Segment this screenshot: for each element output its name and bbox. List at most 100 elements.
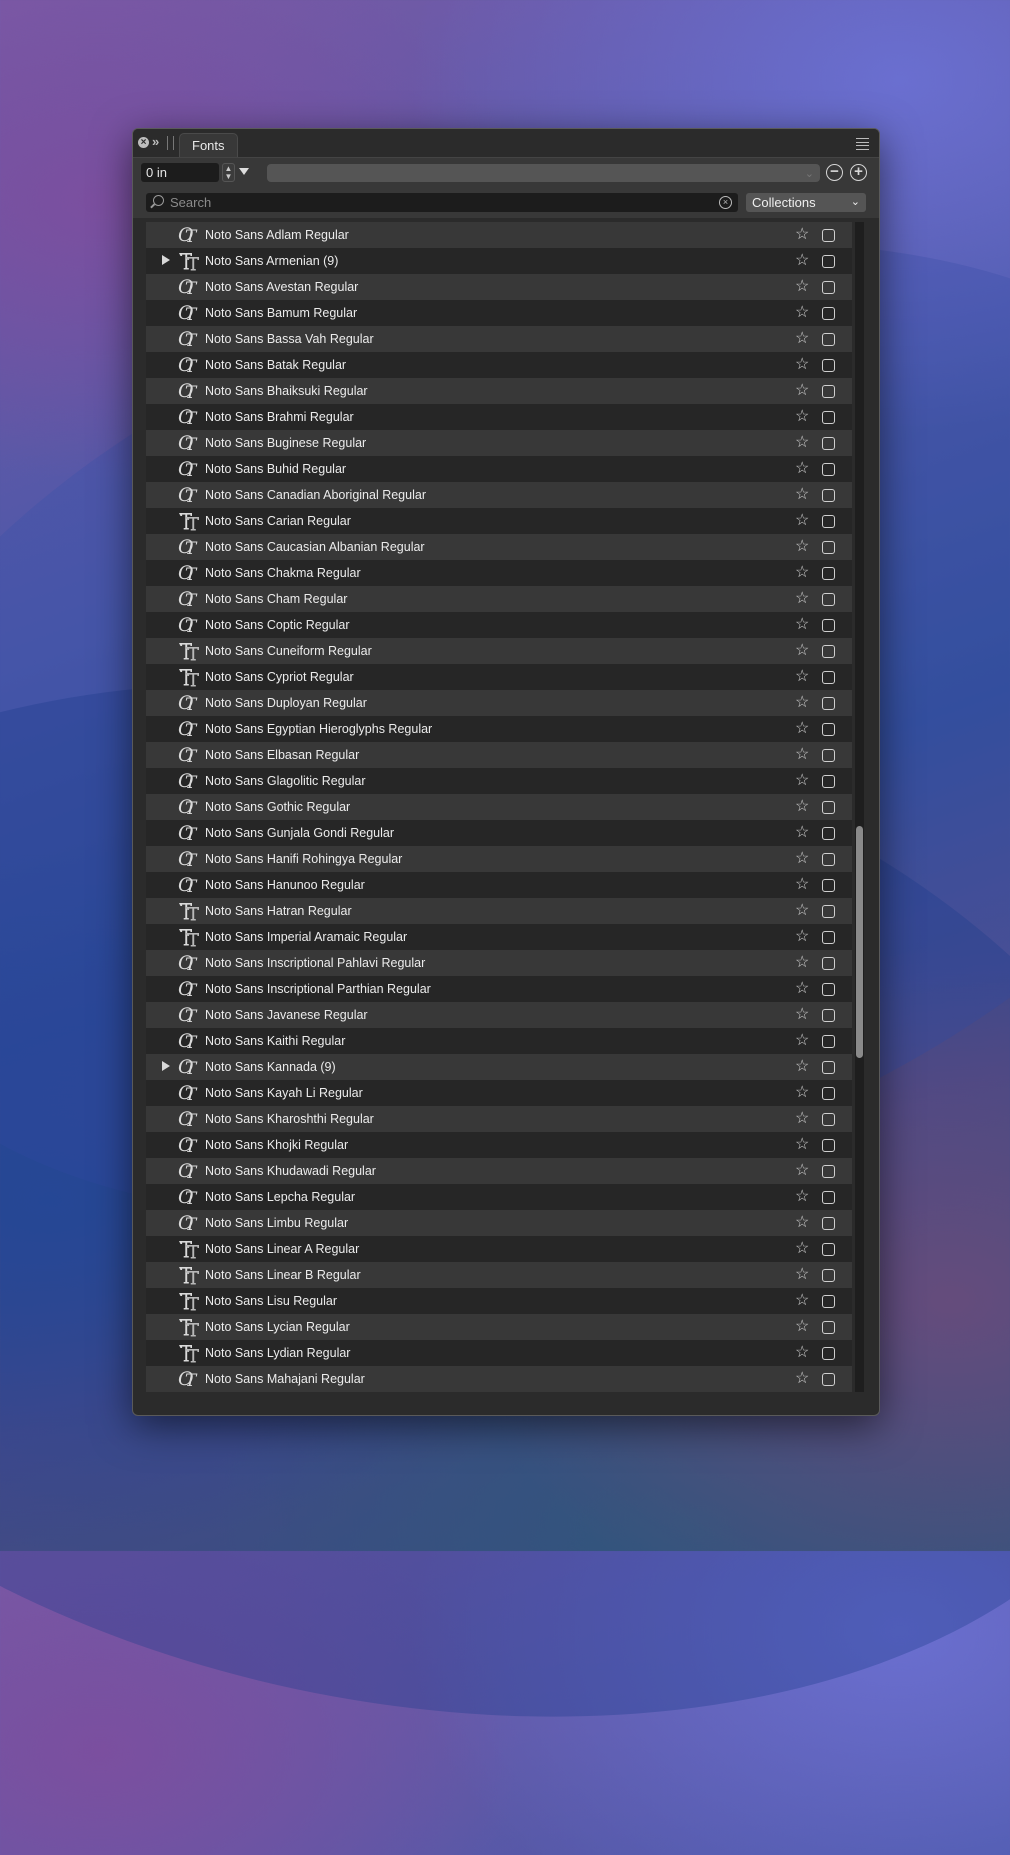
star-icon[interactable]: ☆ bbox=[795, 1239, 809, 1259]
star-icon[interactable]: ☆ bbox=[795, 459, 809, 479]
star-icon[interactable]: ☆ bbox=[795, 615, 809, 635]
star-icon[interactable]: ☆ bbox=[795, 1161, 809, 1181]
font-checkbox[interactable] bbox=[822, 671, 835, 684]
size-input[interactable]: 0 in bbox=[141, 163, 219, 182]
star-icon[interactable]: ☆ bbox=[795, 927, 809, 947]
font-checkbox[interactable] bbox=[822, 593, 835, 606]
font-row[interactable]: O T Noto Sans Khojki Regular ☆ bbox=[146, 1132, 852, 1158]
style-select[interactable]: ⌄ bbox=[267, 164, 820, 182]
font-row[interactable]: O T Noto Sans Batak Regular ☆ bbox=[146, 352, 852, 378]
font-checkbox[interactable] bbox=[822, 1347, 835, 1360]
font-row[interactable]: O T Noto Sans Inscriptional Pahlavi Regula… bbox=[146, 950, 852, 976]
size-stepper-icon[interactable]: ▲ ▼ bbox=[222, 163, 235, 182]
font-row[interactable]: O T Noto Sans Bhaiksuki Regular ☆ bbox=[146, 378, 852, 404]
font-checkbox[interactable] bbox=[822, 255, 835, 268]
star-icon[interactable]: ☆ bbox=[795, 1057, 809, 1077]
font-checkbox[interactable] bbox=[822, 723, 835, 736]
panel-menu-icon[interactable] bbox=[856, 138, 869, 150]
font-row[interactable]: O T Noto Sans Mahajani Regular ☆ bbox=[146, 1366, 852, 1392]
font-row[interactable]: Noto Sans Lydian Regular ☆ bbox=[146, 1340, 852, 1366]
font-checkbox[interactable] bbox=[822, 1373, 835, 1386]
star-icon[interactable]: ☆ bbox=[795, 251, 809, 271]
star-icon[interactable]: ☆ bbox=[795, 953, 809, 973]
font-checkbox[interactable] bbox=[822, 749, 835, 762]
star-icon[interactable]: ☆ bbox=[795, 667, 809, 687]
font-row[interactable]: Noto Sans Armenian (9) ☆ bbox=[146, 248, 852, 274]
font-checkbox[interactable] bbox=[822, 957, 835, 970]
size-dropdown-icon[interactable] bbox=[239, 168, 249, 175]
star-icon[interactable]: ☆ bbox=[795, 589, 809, 609]
star-icon[interactable]: ☆ bbox=[795, 537, 809, 557]
font-row[interactable]: Noto Sans Carian Regular ☆ bbox=[146, 508, 852, 534]
star-icon[interactable]: ☆ bbox=[795, 979, 809, 999]
font-checkbox[interactable] bbox=[822, 1087, 835, 1100]
font-row[interactable]: O T Noto Sans Chakma Regular ☆ bbox=[146, 560, 852, 586]
font-checkbox[interactable] bbox=[822, 645, 835, 658]
font-checkbox[interactable] bbox=[822, 307, 835, 320]
star-icon[interactable]: ☆ bbox=[795, 1369, 809, 1389]
search-input[interactable]: Search × bbox=[146, 193, 738, 212]
font-row[interactable]: O T Noto Sans Kaithi Regular ☆ bbox=[146, 1028, 852, 1054]
font-row[interactable]: O T Noto Sans Egyptian Hieroglyphs Regular… bbox=[146, 716, 852, 742]
font-row[interactable]: O T Noto Sans Duployan Regular ☆ bbox=[146, 690, 852, 716]
grip-icon[interactable] bbox=[167, 136, 174, 150]
star-icon[interactable]: ☆ bbox=[795, 1291, 809, 1311]
font-checkbox[interactable] bbox=[822, 931, 835, 944]
font-row[interactable]: O T Noto Sans Cham Regular ☆ bbox=[146, 586, 852, 612]
font-row[interactable]: O T Noto Sans Elbasan Regular ☆ bbox=[146, 742, 852, 768]
font-row[interactable]: Noto Sans Hatran Regular ☆ bbox=[146, 898, 852, 924]
font-list[interactable]: O T Noto Sans Adlam Regular ☆ Noto Sans Arme… bbox=[146, 222, 852, 1392]
font-row[interactable]: O T Noto Sans Gunjala Gondi Regular ☆ bbox=[146, 820, 852, 846]
font-checkbox[interactable] bbox=[822, 827, 835, 840]
font-row[interactable]: O T Noto Sans Canadian Aboriginal Regular ☆ bbox=[146, 482, 852, 508]
font-row[interactable]: O T Noto Sans Coptic Regular ☆ bbox=[146, 612, 852, 638]
font-checkbox[interactable] bbox=[822, 801, 835, 814]
font-checkbox[interactable] bbox=[822, 1061, 835, 1074]
font-checkbox[interactable] bbox=[822, 1217, 835, 1230]
star-icon[interactable]: ☆ bbox=[795, 1187, 809, 1207]
star-icon[interactable]: ☆ bbox=[795, 1265, 809, 1285]
star-icon[interactable]: ☆ bbox=[795, 771, 809, 791]
font-row[interactable]: O T Noto Sans Buginese Regular ☆ bbox=[146, 430, 852, 456]
disclosure-triangle-icon[interactable] bbox=[162, 1061, 170, 1071]
collections-select[interactable]: Collections ⌄ bbox=[746, 193, 866, 212]
font-checkbox[interactable] bbox=[822, 515, 835, 528]
star-icon[interactable]: ☆ bbox=[795, 303, 809, 323]
font-row[interactable]: O T Noto Sans Inscriptional Parthian Regul… bbox=[146, 976, 852, 1002]
font-checkbox[interactable] bbox=[822, 775, 835, 788]
star-icon[interactable]: ☆ bbox=[795, 1135, 809, 1155]
font-row[interactable]: O T Noto Sans Buhid Regular ☆ bbox=[146, 456, 852, 482]
font-row[interactable]: O T Noto Sans Caucasian Albanian Regular ☆ bbox=[146, 534, 852, 560]
font-checkbox[interactable] bbox=[822, 1165, 835, 1178]
star-icon[interactable]: ☆ bbox=[795, 1343, 809, 1363]
font-checkbox[interactable] bbox=[822, 333, 835, 346]
star-icon[interactable]: ☆ bbox=[795, 277, 809, 297]
font-checkbox[interactable] bbox=[822, 1321, 835, 1334]
font-checkbox[interactable] bbox=[822, 567, 835, 580]
font-row[interactable]: O T Noto Sans Gothic Regular ☆ bbox=[146, 794, 852, 820]
font-checkbox[interactable] bbox=[822, 541, 835, 554]
font-row[interactable]: Noto Sans Cypriot Regular ☆ bbox=[146, 664, 852, 690]
font-checkbox[interactable] bbox=[822, 437, 835, 450]
font-checkbox[interactable] bbox=[822, 1113, 835, 1126]
font-row[interactable]: Noto Sans Lycian Regular ☆ bbox=[146, 1314, 852, 1340]
font-checkbox[interactable] bbox=[822, 1269, 835, 1282]
clear-search-icon[interactable]: × bbox=[719, 196, 732, 209]
remove-icon[interactable]: − bbox=[826, 164, 843, 181]
font-checkbox[interactable] bbox=[822, 697, 835, 710]
font-checkbox[interactable] bbox=[822, 359, 835, 372]
font-checkbox[interactable] bbox=[822, 229, 835, 242]
font-checkbox[interactable] bbox=[822, 385, 835, 398]
star-icon[interactable]: ☆ bbox=[795, 329, 809, 349]
star-icon[interactable]: ☆ bbox=[795, 1109, 809, 1129]
font-row[interactable]: O T Noto Sans Hanifi Rohingya Regular ☆ bbox=[146, 846, 852, 872]
font-row[interactable]: Noto Sans Cuneiform Regular ☆ bbox=[146, 638, 852, 664]
collapse-icon[interactable]: » bbox=[152, 134, 159, 149]
disclosure-triangle-icon[interactable] bbox=[162, 255, 170, 265]
font-checkbox[interactable] bbox=[822, 983, 835, 996]
font-row[interactable]: O T Noto Sans Avestan Regular ☆ bbox=[146, 274, 852, 300]
star-icon[interactable]: ☆ bbox=[795, 849, 809, 869]
font-checkbox[interactable] bbox=[822, 1243, 835, 1256]
star-icon[interactable]: ☆ bbox=[795, 693, 809, 713]
star-icon[interactable]: ☆ bbox=[795, 875, 809, 895]
